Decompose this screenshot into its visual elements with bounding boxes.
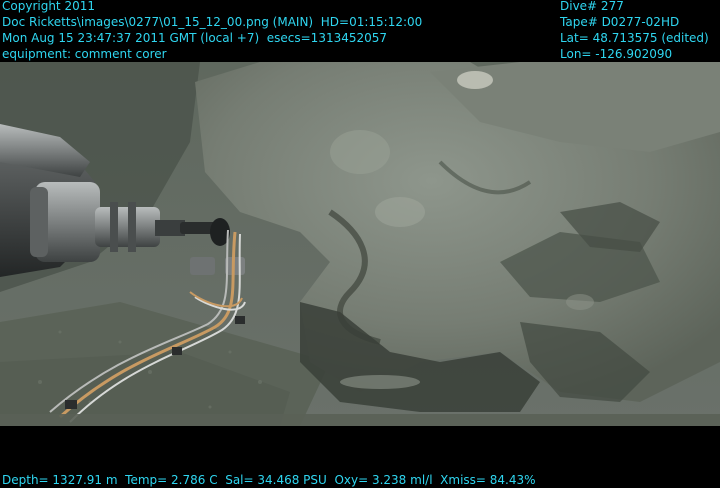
- dive-number-text: Dive# 277: [560, 0, 624, 13]
- video-frame: Copyright 2011 Doc Ricketts\images\0277\…: [0, 0, 720, 487]
- latitude-text: Lat= 48.713575 (edited): [560, 31, 709, 45]
- seafloor-scene: [0, 62, 720, 426]
- image-path-text: Doc Ricketts\images\0277\01_15_12_00.png…: [2, 15, 423, 29]
- tape-number-text: Tape# D0277-02HD: [560, 15, 680, 29]
- longitude-text: Lon= -126.902090: [560, 47, 673, 61]
- equipment-text: equipment: comment corer: [2, 47, 167, 61]
- copyright-text: Copyright 2011: [2, 0, 95, 13]
- datetime-text: Mon Aug 15 23:47:37 2011 GMT (local +7) …: [2, 31, 388, 45]
